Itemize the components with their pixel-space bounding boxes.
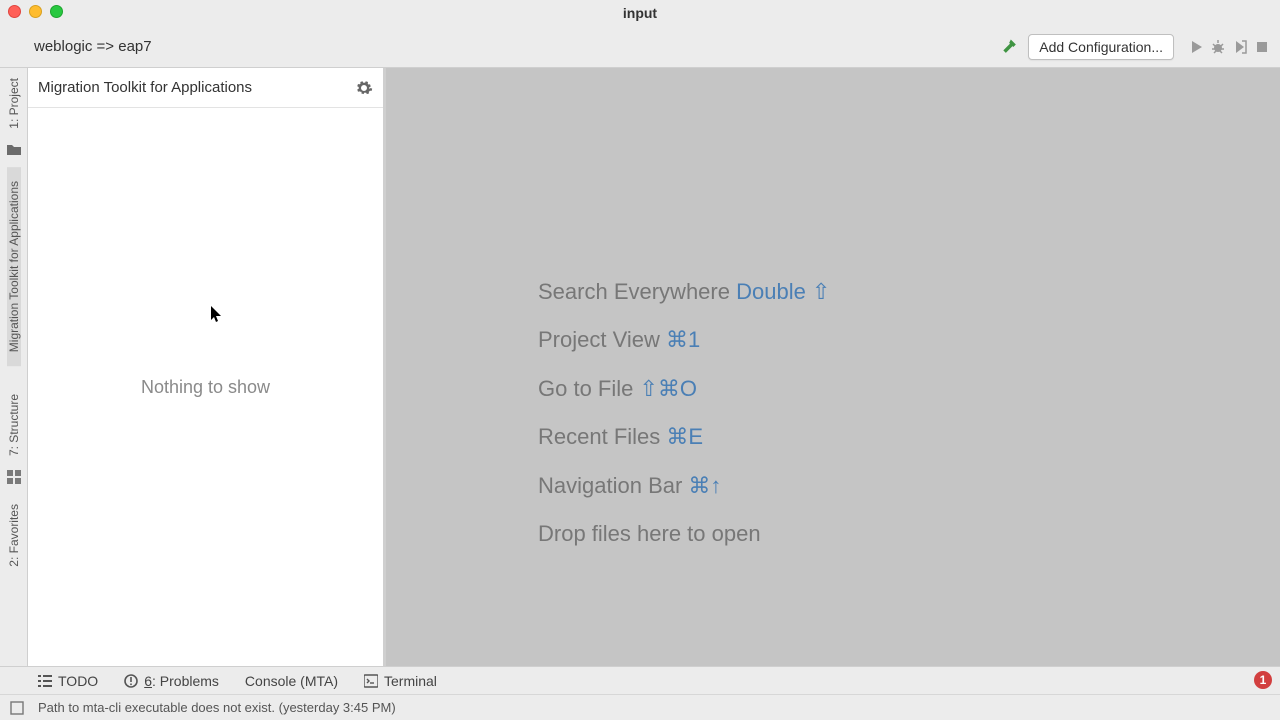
toolwindow-body: Nothing to show: [28, 108, 383, 666]
editor-tips: Search Everywhere Double ⇧ Project View …: [538, 268, 830, 558]
tip-navbar-shortcut: ⌘↑: [688, 473, 721, 498]
left-tool-tabs: 1: Project Migration Toolkit for Applica…: [0, 68, 28, 666]
tab-structure[interactable]: 7: Structure: [7, 384, 21, 466]
hammer-icon: [1000, 37, 1020, 57]
tab-problems-label: 6: Problems: [144, 673, 219, 689]
structure-icon: [7, 470, 21, 484]
tip-gotofile-label: Go to File: [538, 376, 639, 401]
list-icon: [38, 674, 52, 688]
tip-recent-shortcut: ⌘E: [666, 424, 703, 449]
toolwindow-header: Migration Toolkit for Applications: [28, 68, 383, 108]
breadcrumb[interactable]: weblogic => eap7: [34, 38, 152, 55]
window-title: input: [623, 5, 657, 21]
tip-drop-label: Drop files here to open: [538, 521, 761, 546]
toolwindow-toggle-button[interactable]: [10, 701, 24, 715]
tab-mta-label: Migration Toolkit for Applications: [7, 181, 21, 352]
tab-mta[interactable]: Migration Toolkit for Applications: [7, 167, 21, 366]
notifications-badge[interactable]: 1: [1254, 671, 1272, 689]
box-icon: [10, 701, 24, 715]
run-coverage-button[interactable]: [1232, 39, 1248, 55]
main-area: 1: Project Migration Toolkit for Applica…: [0, 68, 1280, 666]
debug-button[interactable]: [1210, 39, 1226, 55]
tab-console-mta[interactable]: Console (MTA): [245, 673, 338, 689]
editor-empty-state[interactable]: Search Everywhere Double ⇧ Project View …: [386, 68, 1280, 666]
tab-favorites-label: 2: Favorites: [7, 504, 21, 567]
traffic-lights: [8, 5, 63, 18]
close-window-button[interactable]: [8, 5, 21, 18]
stop-button[interactable]: [1254, 39, 1270, 55]
tip-search-shortcut: Double ⇧: [736, 279, 830, 304]
toolwindow-title: Migration Toolkit for Applications: [38, 79, 252, 96]
tip-recent-label: Recent Files: [538, 424, 666, 449]
stop-icon: [1254, 39, 1270, 55]
tab-terminal[interactable]: Terminal: [364, 673, 437, 689]
gear-icon: [355, 79, 373, 97]
tip-gotofile-shortcut: ⇧⌘O: [639, 376, 697, 401]
folder-icon: [6, 143, 22, 157]
toolbar: weblogic => eap7 Add Configuration...: [0, 26, 1280, 68]
toolwindow-empty-text: Nothing to show: [141, 377, 270, 398]
tip-navbar-label: Navigation Bar: [538, 473, 688, 498]
tab-todo-label: TODO: [58, 673, 98, 689]
coverage-icon: [1232, 39, 1248, 55]
debug-icon: [1210, 39, 1226, 55]
tab-todo[interactable]: TODO: [38, 673, 98, 689]
tip-project-label: Project View: [538, 327, 666, 352]
minimize-window-button[interactable]: [29, 5, 42, 18]
status-message[interactable]: Path to mta-cli executable does not exis…: [38, 700, 396, 715]
tab-favorites[interactable]: 2: Favorites: [7, 494, 21, 577]
zoom-window-button[interactable]: [50, 5, 63, 18]
tip-project-shortcut: ⌘1: [666, 327, 700, 352]
run-icon: [1188, 39, 1204, 55]
terminal-icon: [364, 674, 378, 688]
toolwindow-settings-button[interactable]: [355, 79, 373, 97]
status-bar: Path to mta-cli executable does not exis…: [0, 694, 1280, 720]
build-button[interactable]: [1000, 37, 1020, 57]
bottom-tool-tabs: TODO 6: Problems Console (MTA) Terminal …: [0, 666, 1280, 694]
add-configuration-button[interactable]: Add Configuration...: [1028, 34, 1174, 60]
tab-structure-label: 7: Structure: [7, 394, 21, 456]
tab-console-label: Console (MTA): [245, 673, 338, 689]
window-titlebar: input: [0, 0, 1280, 26]
tab-problems[interactable]: 6: Problems: [124, 673, 219, 689]
run-button[interactable]: [1188, 39, 1204, 55]
toolwindow-mta: Migration Toolkit for Applications Nothi…: [28, 68, 386, 666]
tab-project[interactable]: 1: Project: [7, 68, 21, 139]
warning-icon: [124, 674, 138, 688]
tip-search-label: Search Everywhere: [538, 279, 736, 304]
tab-project-label: 1: Project: [7, 78, 21, 129]
tab-terminal-label: Terminal: [384, 673, 437, 689]
